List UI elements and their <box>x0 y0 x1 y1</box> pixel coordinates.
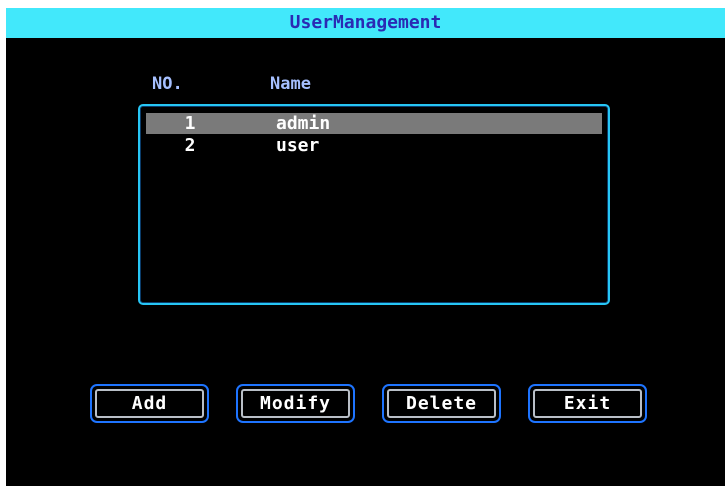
add-button-label: Add <box>95 389 204 418</box>
exit-button[interactable]: Exit <box>528 384 647 423</box>
list-item-user[interactable]: 2 user <box>146 135 602 156</box>
user-number: 1 <box>184 113 196 134</box>
title-bar: UserManagement <box>6 8 725 38</box>
user-name: user <box>276 135 320 156</box>
window-title: UserManagement <box>289 12 442 33</box>
modify-button-label: Modify <box>241 389 350 418</box>
delete-button-label: Delete <box>387 389 496 418</box>
user-number: 2 <box>184 135 196 156</box>
exit-button-label: Exit <box>533 389 642 418</box>
add-button[interactable]: Add <box>90 384 209 423</box>
user-name: admin <box>276 113 331 134</box>
column-header-name: Name <box>270 74 311 94</box>
delete-button[interactable]: Delete <box>382 384 501 423</box>
user-management-dialog: UserManagement NO. Name 1 admin 2 user A… <box>6 8 725 486</box>
list-item-admin[interactable]: 1 admin <box>146 113 602 134</box>
modify-button[interactable]: Modify <box>236 384 355 423</box>
column-header-no: NO. <box>152 74 183 94</box>
user-list[interactable]: 1 admin 2 user <box>138 104 610 305</box>
